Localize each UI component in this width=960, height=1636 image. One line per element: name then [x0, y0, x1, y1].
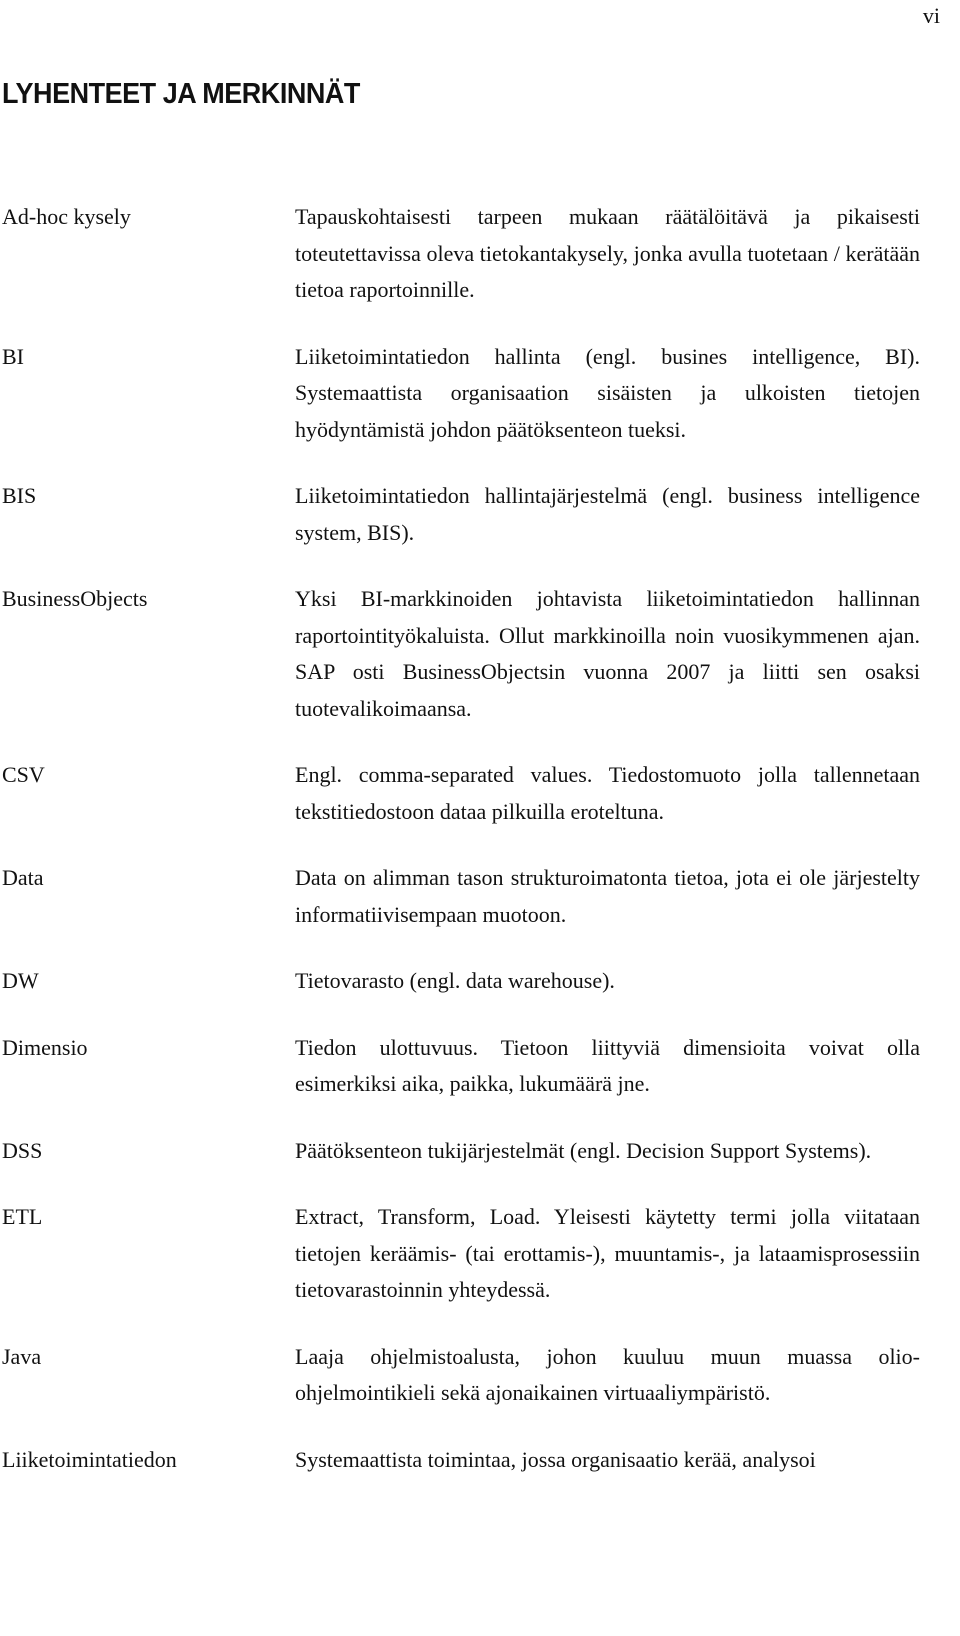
- definition: Tietovarasto (engl. data warehouse).: [295, 968, 615, 993]
- definition: Yksi BI-markkinoiden johtavista liiketoi…: [295, 586, 920, 721]
- page-number: vi: [922, 3, 940, 28]
- list-item: BIS Liiketoimintatiedon hallintajärjeste…: [0, 478, 960, 551]
- definition: Tiedon ulottuvuus. Tietoon liittyviä dim…: [295, 1034, 920, 1097]
- definition: Päätöksenteon tukijärjestelmät (engl. De…: [295, 1137, 872, 1163]
- term: BusinessObjects: [2, 586, 148, 611]
- list-item: Data Data on alimman tason strukturoimat…: [0, 860, 960, 933]
- list-item: BI Liiketoimintatiedon hallinta (engl. b…: [0, 339, 960, 449]
- term: Dimensio: [2, 1034, 88, 1060]
- term: Java: [2, 1343, 42, 1369]
- term: Liiketoimintatiedon: [2, 1446, 177, 1472]
- list-item: Liiketoimintatiedon Systemaattista toimi…: [0, 1442, 960, 1479]
- term: CSV: [2, 762, 45, 787]
- page-title: LYHENTEET JA MERKINNÄT: [2, 78, 360, 110]
- list-item: Ad-hoc kysely Tapauskohtaisesti tarpeen …: [0, 199, 960, 309]
- term: BI: [2, 343, 24, 369]
- definition: Laaja ohjelmistoalusta, johon kuuluu muu…: [295, 1343, 920, 1406]
- term: ETL: [2, 1204, 43, 1229]
- definition: Systemaattista toimintaa, jossa organisa…: [295, 1446, 816, 1472]
- list-item: CSV Engl. comma-separated values. Tiedos…: [0, 757, 960, 830]
- list-item: Java Laaja ohjelmistoalusta, johon kuulu…: [0, 1339, 960, 1412]
- term: Ad-hoc kysely: [2, 204, 131, 229]
- list-item: DW Tietovarasto (engl. data warehouse).: [0, 963, 960, 1000]
- definition: Data on alimman tason strukturoimatonta …: [295, 865, 920, 927]
- definition: Liiketoimintatiedon hallintajärjestelmä …: [295, 483, 920, 545]
- definition: Engl. comma-separated values. Tiedostomu…: [295, 762, 920, 824]
- list-item: BusinessObjects Yksi BI-markkinoiden joh…: [0, 581, 960, 727]
- term: BIS: [2, 483, 37, 508]
- definition: Extract, Transform, Load. Yleisesti käyt…: [295, 1204, 920, 1302]
- definition: Tapauskohtaisesti tarpeen mukaan räätälö…: [295, 204, 920, 302]
- term: DW: [2, 968, 39, 993]
- term: Data: [2, 865, 44, 890]
- abbreviation-list: Ad-hoc kysely Tapauskohtaisesti tarpeen …: [0, 199, 960, 1508]
- term: DSS: [2, 1137, 43, 1163]
- list-item: ETL Extract, Transform, Load. Yleisesti …: [0, 1199, 960, 1309]
- list-item: DSS Päätöksenteon tukijärjestelmät (engl…: [0, 1133, 960, 1170]
- list-item: Dimensio Tiedon ulottuvuus. Tietoon liit…: [0, 1030, 960, 1103]
- definition: Liiketoimintatiedon hallinta (engl. busi…: [295, 343, 920, 442]
